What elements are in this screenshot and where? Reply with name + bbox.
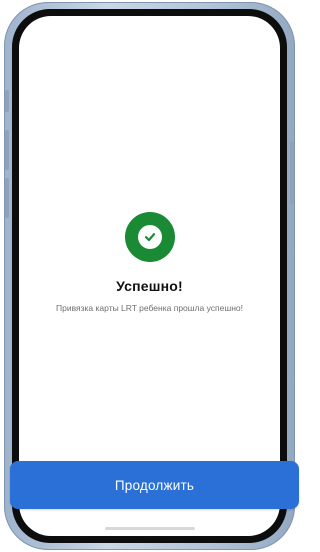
check-circle-icon	[124, 212, 175, 262]
success-block: Успешно! Привязка карты LRT ребенка прош…	[19, 212, 280, 314]
screenshot-stage: Успешно! Привязка карты LRT ребенка прош…	[0, 0, 299, 552]
check-badge	[137, 225, 162, 249]
success-title: Успешно!	[116, 278, 183, 294]
continue-button[interactable]: Продолжить	[10, 461, 299, 509]
phone-screen: Успешно! Привязка карты LRT ребенка прош…	[19, 16, 280, 536]
volume-down-button	[5, 178, 9, 218]
checkmark-icon	[144, 233, 155, 242]
volume-up-button	[5, 130, 9, 170]
power-button	[290, 142, 294, 204]
mute-switch	[5, 90, 9, 112]
home-indicator	[104, 527, 195, 530]
success-message: Привязка карты LRT ребенка прошла успешн…	[56, 303, 243, 313]
